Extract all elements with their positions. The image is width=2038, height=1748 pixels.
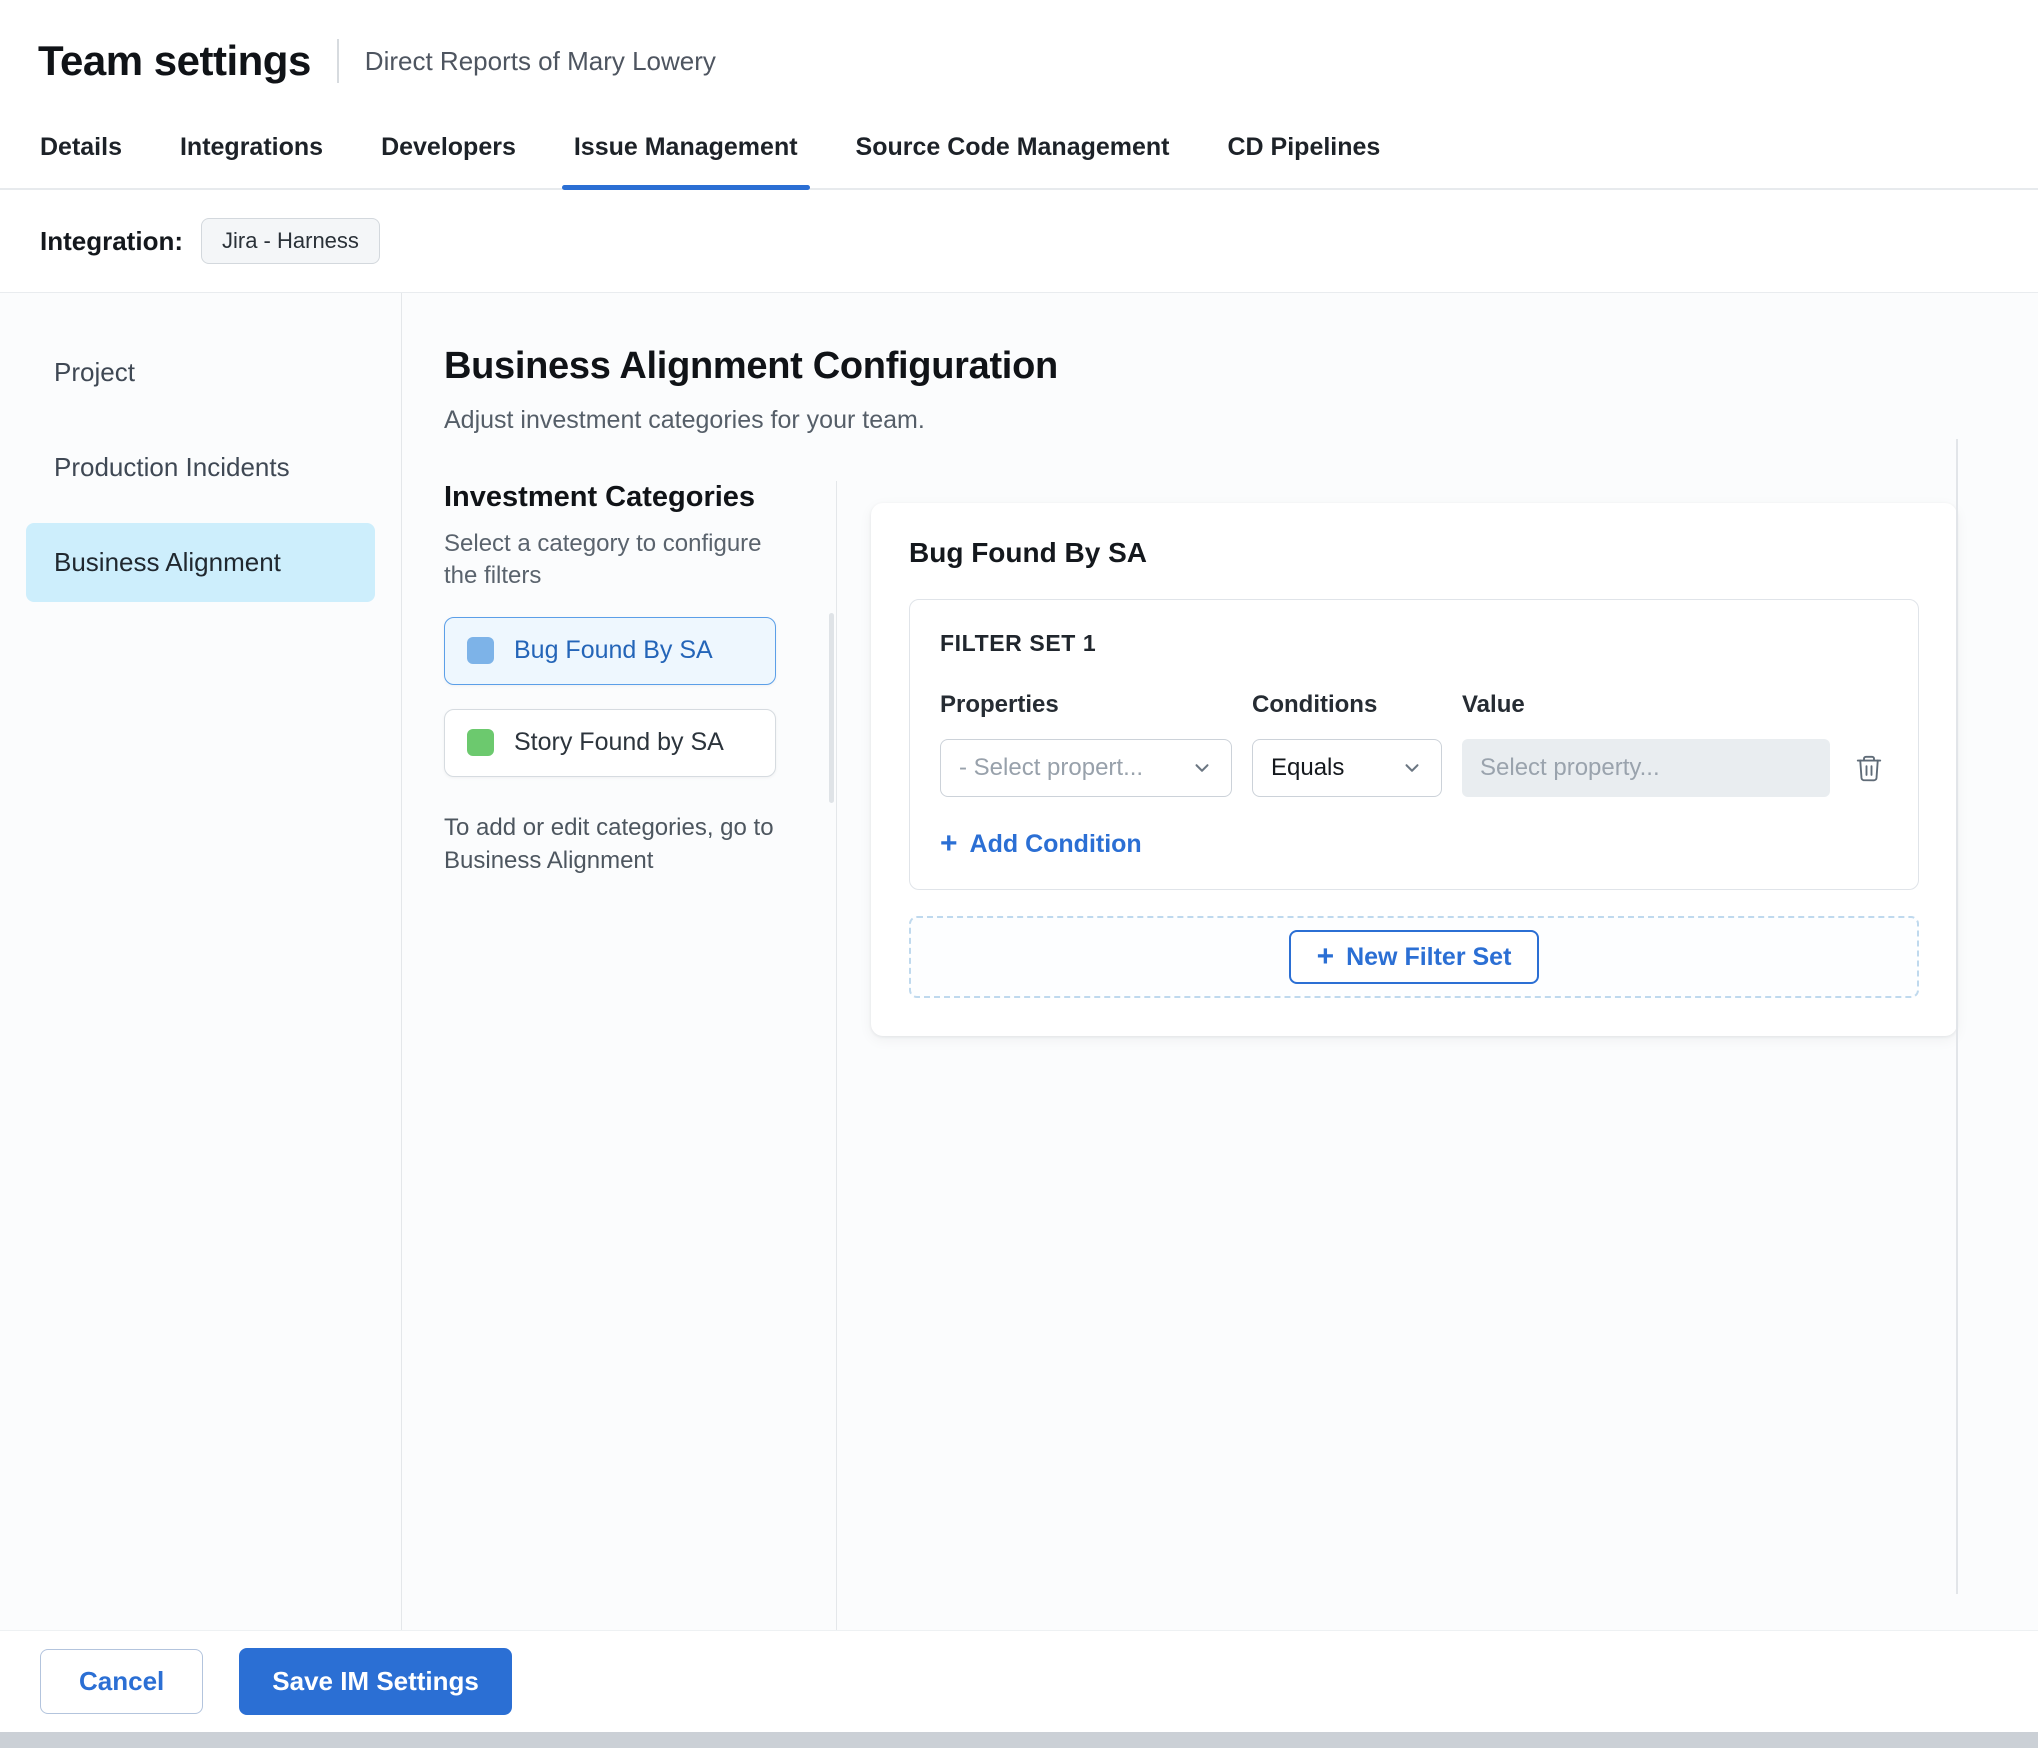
settings-tabs: Details Integrations Developers Issue Ma… [0, 112, 2038, 190]
chevron-down-icon [1405, 764, 1419, 772]
category-color-swatch [467, 637, 494, 665]
category-story-found-by-sa[interactable]: Story Found by SA [444, 708, 776, 777]
sidenav-item-production-incidents[interactable]: Production Incidents [26, 428, 375, 507]
filter-config-card: Bug Found By SA FILTER SET 1 Properties … [871, 503, 1957, 1036]
footer-actions: Cancel Save IM Settings [0, 1630, 2038, 1732]
value-column-header: Value [1462, 691, 1525, 718]
content-area: Project Production Incidents Business Al… [0, 292, 2038, 1630]
value-input[interactable] [1462, 739, 1830, 797]
category-color-swatch [467, 729, 494, 757]
page-subtitle: Direct Reports of Mary Lowery [364, 45, 716, 76]
condition-select[interactable]: Equals [1252, 739, 1442, 797]
add-condition-button[interactable]: + Add Condition [940, 829, 1142, 859]
integration-row: Integration: Jira - Harness [0, 190, 2038, 292]
delete-condition-button[interactable] [1854, 753, 1884, 783]
sidenav-item-business-alignment[interactable]: Business Alignment [26, 523, 375, 602]
sidenav-item-project[interactable]: Project [26, 333, 375, 412]
conditions-column-header: Conditions [1252, 691, 1378, 718]
integration-chip[interactable]: Jira - Harness [201, 218, 380, 264]
tab-source-code-management[interactable]: Source Code Management [856, 133, 1170, 188]
filter-set-title: FILTER SET 1 [940, 630, 1097, 656]
new-filter-set-button[interactable]: + New Filter Set [1288, 930, 1540, 984]
section-title: Business Alignment Configuration [444, 345, 1058, 387]
filter-panel-column: Bug Found By SA FILTER SET 1 Properties … [837, 481, 2038, 1630]
investment-categories-hint: Select a category to configure the filte… [444, 530, 762, 590]
trash-icon [1856, 755, 1882, 782]
new-filter-set-label: New Filter Set [1346, 942, 1512, 971]
filter-card-title: Bug Found By SA [909, 537, 1147, 568]
settings-sidenav: Project Production Incidents Business Al… [0, 293, 402, 1630]
category-scrollbar-thumb[interactable] [829, 613, 834, 803]
category-label: Story Found by SA [514, 728, 724, 757]
page-header: Team settings Direct Reports of Mary Low… [0, 0, 2038, 112]
tab-integrations[interactable]: Integrations [180, 133, 323, 188]
integration-label: Integration: [40, 225, 183, 256]
property-select-placeholder: - Select propert... [959, 754, 1144, 781]
investment-categories-title: Investment Categories [444, 481, 756, 513]
title-divider [336, 39, 339, 83]
bottom-strip [0, 1732, 2038, 1748]
tab-cd-pipelines[interactable]: CD Pipelines [1228, 133, 1381, 188]
condition-select-value: Equals [1271, 754, 1345, 781]
new-filter-set-dropzone: + New Filter Set [909, 916, 1919, 998]
cancel-button[interactable]: Cancel [40, 1649, 204, 1714]
properties-column-header: Properties [940, 691, 1059, 718]
panel-scrollbar[interactable] [1956, 439, 1958, 1594]
chevron-down-icon [1195, 764, 1209, 772]
tab-details[interactable]: Details [40, 133, 122, 188]
categories-footnote: To add or edit categories, go to Busines… [444, 813, 774, 875]
main-panel: Business Alignment Configuration Adjust … [402, 293, 2038, 1630]
tab-issue-management[interactable]: Issue Management [561, 133, 810, 190]
section-subtitle: Adjust investment categories for your te… [444, 406, 925, 434]
page-title: Team settings [38, 37, 311, 84]
column-divider [829, 481, 837, 1630]
plus-icon: + [940, 827, 958, 860]
save-im-settings-button[interactable]: Save IM Settings [239, 1648, 512, 1715]
filter-set-1: FILTER SET 1 Properties Conditions Value… [909, 599, 1919, 890]
tab-developers[interactable]: Developers [381, 133, 516, 188]
investment-categories-column: Investment Categories Select a category … [444, 481, 816, 1630]
category-bug-found-by-sa[interactable]: Bug Found By SA [444, 616, 776, 685]
category-label: Bug Found By SA [514, 636, 713, 665]
plus-icon: + [1316, 940, 1335, 973]
add-condition-label: Add Condition [969, 829, 1142, 858]
property-select[interactable]: - Select propert... [940, 739, 1232, 797]
